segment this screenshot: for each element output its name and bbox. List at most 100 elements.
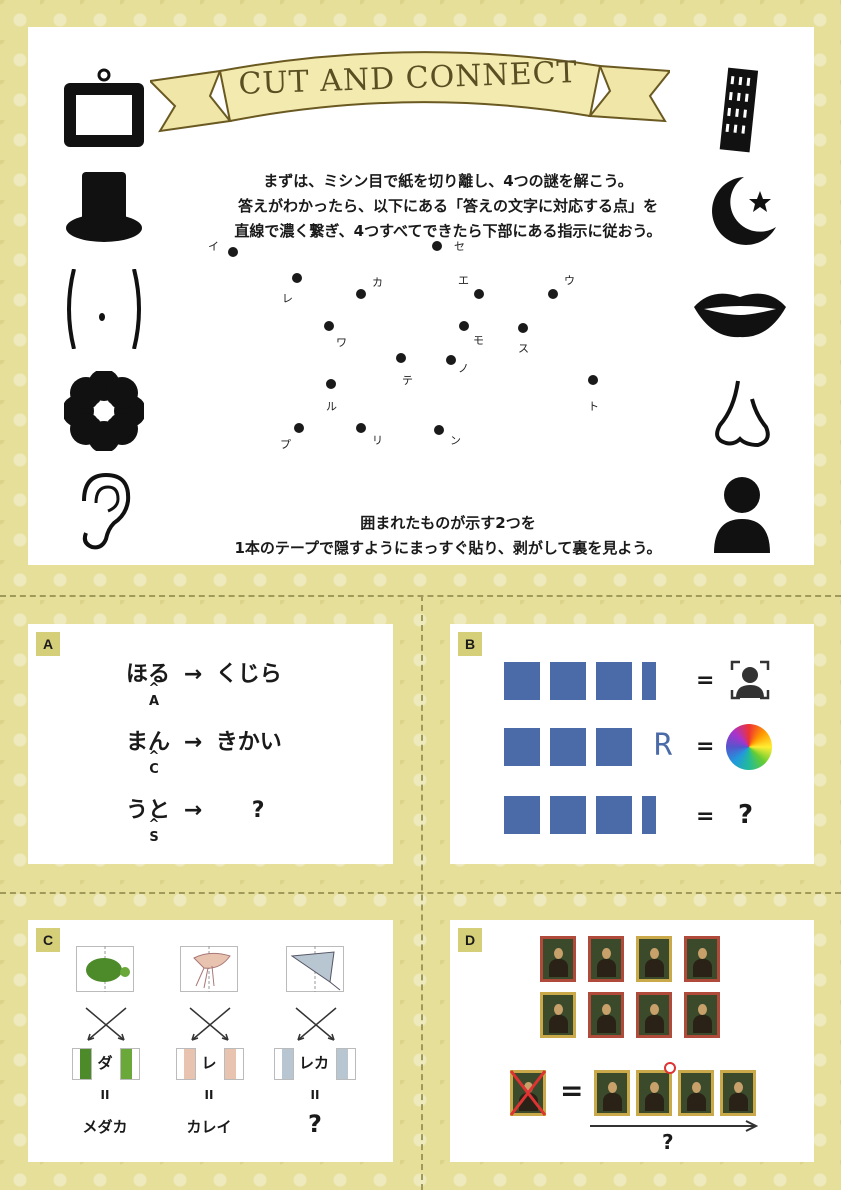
dot-label-to: ト bbox=[588, 400, 599, 413]
portrait-frame bbox=[588, 992, 624, 1038]
dot-wa[interactable] bbox=[324, 321, 334, 331]
dot-re[interactable] bbox=[292, 273, 302, 283]
dot-label-u: ウ bbox=[564, 274, 575, 287]
dot-i[interactable] bbox=[228, 247, 238, 257]
dot-ri[interactable] bbox=[356, 423, 366, 433]
segment-digit bbox=[596, 662, 632, 700]
puzzle-d-panel: D = ? bbox=[450, 920, 814, 1162]
leaning-tower-icon bbox=[719, 67, 759, 153]
dot-label-se: セ bbox=[454, 240, 465, 253]
segment-letter: R bbox=[654, 728, 673, 763]
portrait-frame bbox=[594, 1070, 630, 1116]
dot-label-re: レ bbox=[282, 292, 293, 305]
marker-circle bbox=[664, 1062, 676, 1074]
face-scan-icon bbox=[730, 660, 770, 700]
dot-e[interactable] bbox=[474, 289, 484, 299]
puzzle-c-middle-2: レ bbox=[201, 1054, 217, 1072]
stingray-half-right bbox=[274, 1048, 294, 1080]
dot-ka[interactable] bbox=[356, 289, 366, 299]
dot-label-ri: リ bbox=[372, 434, 383, 447]
equals-sign: = bbox=[696, 804, 715, 829]
row-right: くじら bbox=[215, 662, 282, 687]
dot-u[interactable] bbox=[548, 289, 558, 299]
puzzle-c-answer-3: ? bbox=[308, 1110, 322, 1138]
insert-letter: A bbox=[148, 694, 160, 709]
portrait-frame bbox=[678, 1070, 714, 1116]
segment-digit bbox=[550, 796, 586, 834]
portrait-frame bbox=[636, 992, 672, 1038]
puzzle-a-caret-1: ^ A bbox=[146, 682, 162, 708]
dot-label-ru: ル bbox=[326, 400, 337, 413]
equals-sign: = bbox=[696, 668, 715, 693]
top-hat-icon bbox=[66, 172, 142, 242]
intro-line-1: まずは、ミシン目で紙を切り離し、4つの謎を解こう。 bbox=[263, 172, 633, 190]
puzzle-b-panel: B = R = = ? bbox=[450, 624, 814, 864]
portrait-frame bbox=[636, 1070, 672, 1116]
dot-label-n: ン bbox=[450, 434, 461, 447]
swap-arrows-icon bbox=[85, 1007, 127, 1041]
puzzle-a-panel: A ほる → くじら ^ A まん → きかい ^ C うと → ? ^ S bbox=[28, 624, 393, 864]
puzzle-d-tag: D bbox=[458, 928, 482, 952]
segment-digit bbox=[504, 728, 540, 766]
outro-line-1: 囲まれたものが示す2つを bbox=[360, 514, 536, 532]
turtle-icon bbox=[76, 946, 134, 992]
puzzle-c-panel: C ダ レ レカ II II II メダカ カレイ ? bbox=[28, 920, 393, 1162]
cross-out-icon bbox=[509, 1070, 547, 1116]
portrait-frame bbox=[540, 936, 576, 982]
lips-icon bbox=[694, 293, 786, 338]
equals-sign: = bbox=[696, 734, 715, 759]
segment-digit bbox=[550, 662, 586, 700]
dot-label-e: エ bbox=[458, 274, 469, 287]
segment-digit bbox=[596, 728, 632, 766]
dot-label-i: イ bbox=[208, 240, 219, 253]
answer-question-mark: ? bbox=[662, 1130, 674, 1154]
squid-icon bbox=[180, 946, 238, 992]
dot-label-te: テ bbox=[402, 374, 413, 387]
ear-icon bbox=[82, 472, 131, 550]
dot-ru[interactable] bbox=[326, 379, 336, 389]
swap-arrows-icon bbox=[189, 1007, 231, 1041]
portrait-frame bbox=[684, 992, 720, 1038]
dot-se[interactable] bbox=[432, 241, 442, 251]
cut-line-vertical bbox=[421, 595, 423, 1190]
direction-arrow-icon bbox=[590, 1120, 758, 1132]
row-right: ? bbox=[251, 798, 265, 823]
segment-digit bbox=[504, 796, 540, 834]
equals-sign: II bbox=[310, 1088, 320, 1102]
dot-label-su: ス bbox=[518, 342, 529, 355]
dot-su[interactable] bbox=[518, 323, 528, 333]
dot-mo[interactable] bbox=[459, 321, 469, 331]
puzzle-a-caret-2: ^ C bbox=[146, 750, 162, 776]
stingray-icon bbox=[286, 946, 344, 992]
portrait-frame bbox=[540, 992, 576, 1038]
dot-n[interactable] bbox=[434, 425, 444, 435]
waist-icon bbox=[67, 269, 141, 349]
segment-digit bbox=[550, 728, 586, 766]
picture-frame-icon bbox=[64, 68, 144, 147]
dot-to[interactable] bbox=[588, 375, 598, 385]
answer-question-mark: ? bbox=[738, 800, 754, 830]
puzzle-a-tag: A bbox=[36, 632, 60, 656]
dot-pu[interactable] bbox=[294, 423, 304, 433]
portrait-frame bbox=[636, 936, 672, 982]
stingray-half-left bbox=[336, 1048, 356, 1080]
dot-no[interactable] bbox=[446, 355, 456, 365]
dot-label-ka: カ bbox=[372, 276, 383, 289]
puzzle-a-caret-3: ^ S bbox=[146, 818, 162, 844]
puzzle-c-tag: C bbox=[36, 928, 60, 952]
intro-text: まずは、ミシン目で紙を切り離し、4つの謎を解こう。 答えがわかったら、以下にある… bbox=[158, 169, 738, 244]
nose-icon bbox=[715, 380, 770, 448]
equals-sign: = bbox=[560, 1074, 584, 1107]
dot-te[interactable] bbox=[396, 353, 406, 363]
segment-digit bbox=[642, 662, 656, 700]
insert-letter: S bbox=[149, 830, 159, 845]
instruction-panel: CUT AND CONNECT まずは、ミシン目で紙を切り離し、4つの謎を解こう… bbox=[28, 27, 814, 565]
swap-arrows-icon bbox=[295, 1007, 337, 1041]
row-arrow: → bbox=[183, 798, 203, 823]
insert-letter: C bbox=[149, 762, 159, 777]
segment-digit bbox=[504, 662, 540, 700]
dot-label-pu: プ bbox=[280, 438, 291, 451]
equals-sign: II bbox=[204, 1088, 214, 1102]
outro-line-2: 1本のテープで隠すようにまっすぐ貼り、剥がして裏を見よう。 bbox=[234, 539, 662, 557]
puzzle-c-answer-2: カレイ bbox=[186, 1118, 232, 1136]
